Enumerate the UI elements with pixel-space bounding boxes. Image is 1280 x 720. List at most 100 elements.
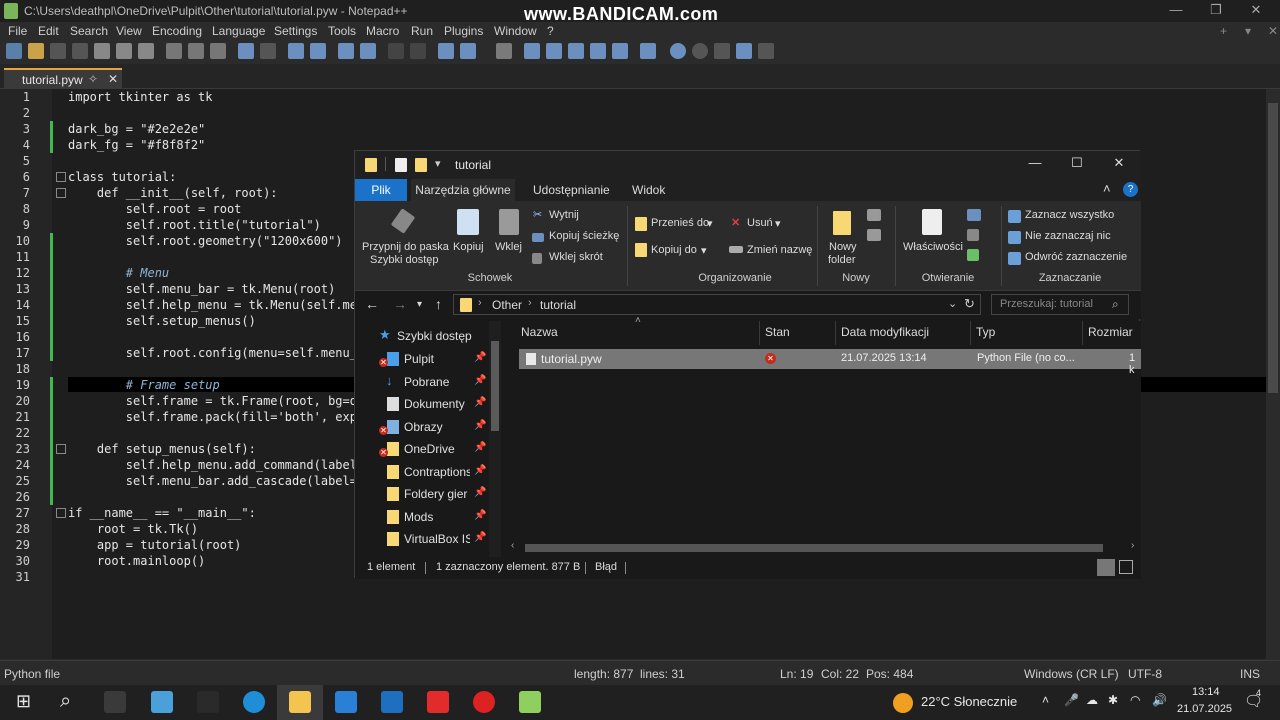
paste-button[interactable]: Wklej (495, 241, 522, 253)
bluetooth-icon[interactable]: ✱ (1108, 693, 1118, 707)
map-icon[interactable] (546, 43, 562, 59)
nav-scrollbar[interactable] (489, 321, 501, 557)
fold-toggle-icon[interactable] (56, 172, 66, 182)
cloud-error-icon[interactable]: ☁ (1086, 693, 1098, 707)
volume-icon[interactable]: 🔊 (1152, 693, 1167, 707)
pin-quick-access-button[interactable]: Przypnij do paska (362, 241, 449, 253)
tiles-view-icon[interactable] (1119, 560, 1133, 574)
show-all-chars-icon[interactable] (460, 43, 476, 59)
breadcrumb-tutorial[interactable]: tutorial (540, 298, 576, 312)
qa-dropdown-icon[interactable]: ▾ (435, 157, 441, 170)
nav-item-contraptions[interactable]: Contraptions 📌 (355, 461, 489, 483)
search-input[interactable]: Przeszukaj: tutorial ⌕ (991, 294, 1129, 315)
forward-icon[interactable]: → (393, 296, 407, 312)
save-macro-icon[interactable] (758, 43, 774, 59)
new-file-icon[interactable] (6, 43, 22, 59)
breadcrumb-other[interactable]: Other (492, 298, 522, 312)
tab-udostepnianie[interactable]: Udostępnianie (533, 183, 610, 197)
search-icon[interactable]: ⌕ (1112, 297, 1119, 312)
maximize-button[interactable]: ❐ (1196, 0, 1236, 22)
column-nazwa[interactable]: Nazwa (521, 325, 558, 339)
open-file-icon[interactable] (28, 43, 44, 59)
nav-item-foldery-gier[interactable]: Foldery gier (i 📌 (355, 483, 489, 505)
recent-dropdown-icon[interactable]: ▾ (417, 299, 422, 310)
open-icon[interactable] (967, 209, 981, 221)
column-data-modyfikacji[interactable]: Data modyfikacji (841, 325, 929, 339)
chevron-down-icon[interactable]: ▾ (1245, 24, 1251, 38)
menu-help[interactable]: ? (547, 24, 554, 38)
nav-item-virtualbox[interactable]: VirtualBox ISC 📌 (355, 528, 489, 550)
invert-selection-button[interactable]: Odwróć zaznaczenie (1025, 251, 1127, 263)
bandicam-icon[interactable] (473, 691, 495, 713)
word-wrap-icon[interactable] (438, 43, 454, 59)
edit-icon[interactable] (967, 229, 979, 241)
close-all-icon[interactable] (116, 43, 132, 59)
record-macro-icon[interactable] (670, 43, 686, 59)
file-row[interactable]: tutorial.pyw ✕ 21.07.2025 13:14 Python F… (519, 349, 1141, 376)
select-all-button[interactable]: Zaznacz wszystko (1025, 209, 1114, 221)
nav-scrollbar-thumb[interactable] (491, 341, 499, 431)
app-icon-2[interactable] (197, 691, 219, 713)
nav-item-mods[interactable]: Mods 📌 (355, 506, 489, 528)
address-dropdown-icon[interactable]: ⌄ (948, 297, 957, 310)
weather-sun-icon[interactable] (893, 693, 913, 713)
close-file-icon[interactable] (94, 43, 110, 59)
close-tab-icon[interactable]: ✕ (108, 72, 118, 86)
redo-icon[interactable] (260, 43, 276, 59)
save-icon[interactable] (50, 43, 66, 59)
clock-date[interactable]: 21.07.2025 (1177, 703, 1232, 715)
pin-icon[interactable]: ✧ (88, 72, 98, 86)
task-view-icon[interactable] (104, 691, 126, 713)
refresh-icon[interactable]: ↻ (964, 296, 975, 312)
new-folder-button[interactable]: Nowy (829, 241, 857, 253)
add-tab-icon[interactable]: + (1220, 24, 1227, 38)
properties-button[interactable]: Właściwości (903, 241, 963, 253)
play-macro-icon[interactable] (714, 43, 730, 59)
column-stan[interactable]: Stan (765, 325, 790, 339)
back-icon[interactable]: ← (365, 296, 379, 312)
close-doc-icon[interactable]: ✕ (1268, 24, 1278, 38)
file-explorer-icon[interactable] (289, 691, 311, 713)
undo-icon[interactable] (238, 43, 254, 59)
menu-settings[interactable]: Settings (274, 24, 317, 38)
tab-plik[interactable]: Plik (355, 179, 407, 201)
new-item-icon[interactable] (867, 209, 881, 221)
monitor-icon[interactable] (640, 43, 656, 59)
folder-workspace-icon[interactable] (612, 43, 628, 59)
scrollbar-thumb[interactable] (1268, 103, 1278, 393)
indent-guide-icon[interactable] (496, 43, 512, 59)
up-icon[interactable]: ↑ (435, 296, 442, 312)
menu-search[interactable]: Search (70, 24, 108, 38)
cut-icon[interactable] (166, 43, 182, 59)
windows-start-icon[interactable]: ⊞ (16, 691, 31, 712)
cut-button[interactable]: Wytnij (549, 209, 579, 221)
nav-item-dokumenty[interactable]: Dokumenty 📌 (355, 393, 489, 415)
menu-macro[interactable]: Macro (366, 24, 399, 38)
paste-shortcut-button[interactable]: Wklej skrót (549, 251, 603, 263)
tab-narzedzia-glowne[interactable]: Narzędzia główne (411, 179, 515, 201)
fold-toggle-icon[interactable] (56, 188, 66, 198)
lang-icon[interactable] (524, 43, 540, 59)
nav-item-onedrive[interactable]: ✕ OneDrive 📌 (355, 438, 489, 460)
app-icon[interactable] (151, 691, 173, 713)
youtube-icon[interactable] (427, 691, 449, 713)
column-rozmiar[interactable]: Rozmiar (1088, 325, 1133, 339)
rename-button[interactable]: Zmień nazwę (747, 244, 812, 256)
new-folder-qa-icon[interactable] (415, 158, 427, 172)
replace-icon[interactable] (310, 43, 326, 59)
explorer-close-button[interactable]: ✕ (1099, 153, 1139, 175)
column-typ[interactable]: Typ (976, 325, 995, 339)
menu-view[interactable]: View (116, 24, 142, 38)
menu-window[interactable]: Window (494, 24, 537, 38)
collapse-ribbon-icon[interactable]: ˄ (1103, 181, 1111, 196)
search-icon[interactable]: ⌕ (60, 690, 71, 713)
tab-tutorial-pyw[interactable]: tutorial.pyw ✧ ✕ (4, 68, 122, 89)
menu-tools[interactable]: Tools (328, 24, 356, 38)
close-button[interactable]: ✕ (1236, 0, 1276, 22)
nav-item-quick-access[interactable]: ★ Szybki dostęp (355, 325, 489, 347)
select-none-button[interactable]: Nie zaznaczaj nic (1025, 230, 1111, 242)
minimize-button[interactable]: — (1156, 0, 1196, 22)
menu-edit[interactable]: Edit (38, 24, 59, 38)
menu-encoding[interactable]: Encoding (152, 24, 202, 38)
fold-toggle-icon[interactable] (56, 444, 66, 454)
